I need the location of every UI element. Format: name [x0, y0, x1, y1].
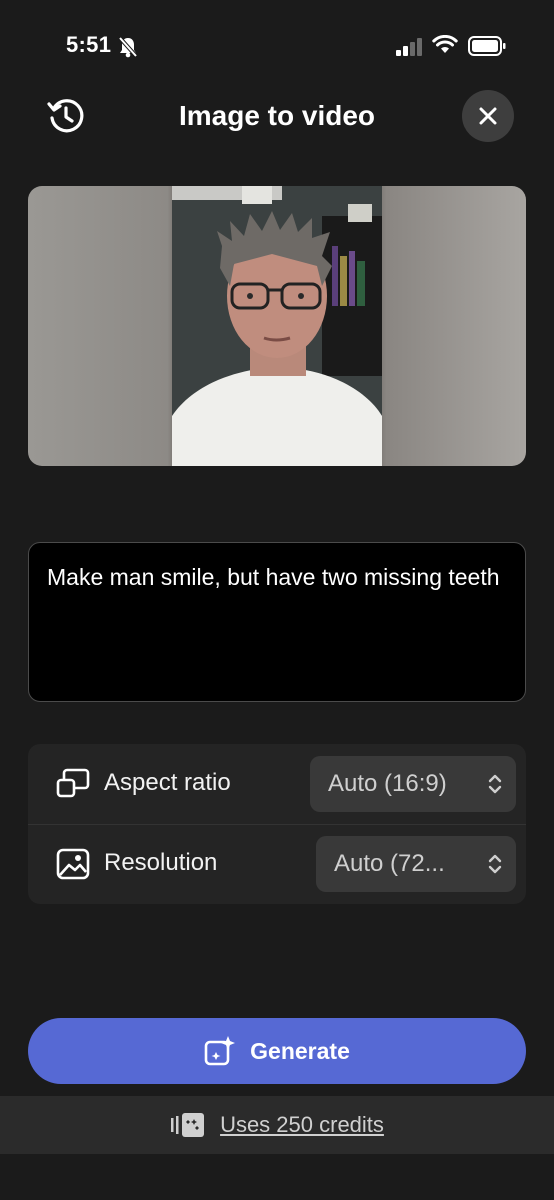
credits-link[interactable]: Uses 250 credits [220, 1112, 384, 1138]
resolution-select[interactable]: Auto (72... [316, 836, 516, 892]
status-bar: 5:51 [0, 30, 554, 62]
generate-label: Generate [250, 1037, 350, 1064]
credits-icon [171, 1113, 205, 1137]
battery-icon [468, 36, 506, 56]
aspect-ratio-value: Auto (16:9) [328, 770, 447, 797]
signal-icon [396, 38, 422, 56]
image-icon [56, 848, 90, 880]
close-icon [479, 107, 497, 125]
wifi-icon [432, 35, 458, 53]
resolution-row: Resolution Auto (72... [28, 824, 526, 904]
aspect-ratio-select[interactable]: Auto (16:9) [310, 756, 516, 812]
aspect-ratio-label: Aspect ratio [104, 769, 231, 796]
generate-button[interactable]: Generate [28, 1018, 526, 1084]
resolution-label: Resolution [104, 849, 218, 876]
aspect-ratio-row: Aspect ratio Auto (16:9) [28, 744, 526, 825]
resolution-value: Auto (72... [334, 850, 445, 877]
settings-panel: Aspect ratio Auto (16:9) Resolution Auto… [28, 744, 526, 904]
chevron-up-down-icon [488, 854, 502, 874]
prompt-input[interactable]: Make man smile, but have two missing tee… [28, 542, 526, 702]
chevron-up-down-icon [488, 774, 502, 794]
close-button[interactable] [462, 90, 514, 142]
status-time: 5:51 [66, 32, 112, 57]
image-preview[interactable] [28, 186, 526, 466]
bell-muted-icon [118, 36, 138, 58]
credits-bar: Uses 250 credits [0, 1096, 554, 1154]
aspect-ratio-icon [56, 768, 90, 798]
source-photo [172, 186, 382, 466]
generate-sparkle-icon [204, 1036, 236, 1066]
